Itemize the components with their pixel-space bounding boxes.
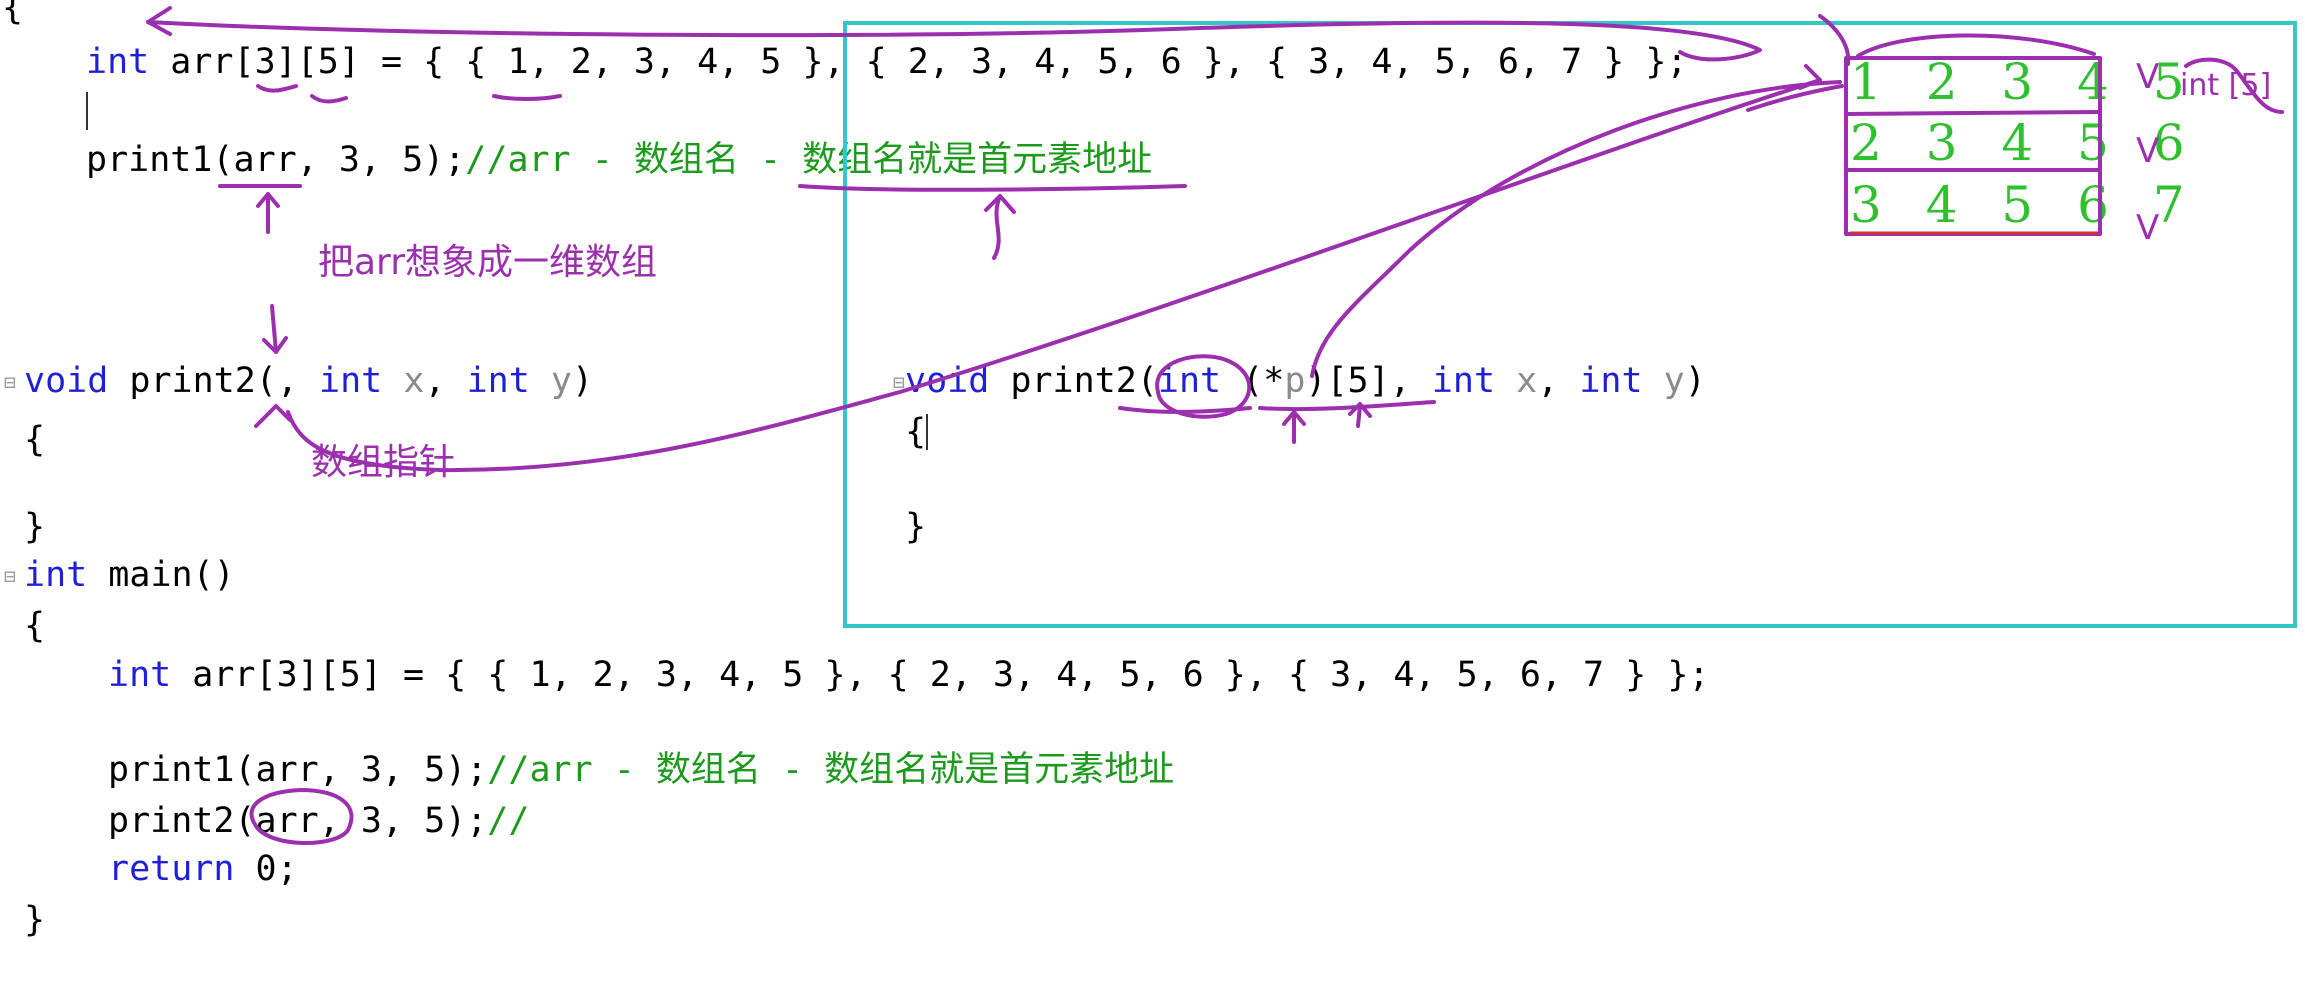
ink-underline-int bbox=[1118, 406, 1252, 414]
ink-grid-arc-top bbox=[1856, 33, 2096, 58]
ink-top-arrow-right bbox=[1818, 14, 1851, 66]
ink-int5-arc bbox=[2184, 57, 2284, 114]
ink-arrow-up-arr bbox=[256, 192, 280, 234]
ink-underline-5 bbox=[310, 94, 348, 104]
ink-grid-row-line-1 bbox=[1844, 110, 2102, 116]
ink-annotations bbox=[146, 6, 2284, 846]
ink-arrow-up-p bbox=[1282, 410, 1306, 444]
ink-arrow-down bbox=[262, 304, 288, 354]
ink-arrow-up-comment bbox=[984, 194, 1016, 260]
ink-underline-3 bbox=[256, 84, 298, 93]
ink-underline-p5 bbox=[1258, 400, 1436, 412]
ink-hook-print2 bbox=[254, 78, 1822, 473]
ink-circle-arr-main bbox=[249, 788, 354, 846]
ink-grid-outline bbox=[1844, 56, 2102, 236]
ink-underline-1 bbox=[492, 94, 562, 101]
ink-top-arrow bbox=[146, 20, 1762, 62]
ink-underline-comment bbox=[798, 184, 1187, 192]
